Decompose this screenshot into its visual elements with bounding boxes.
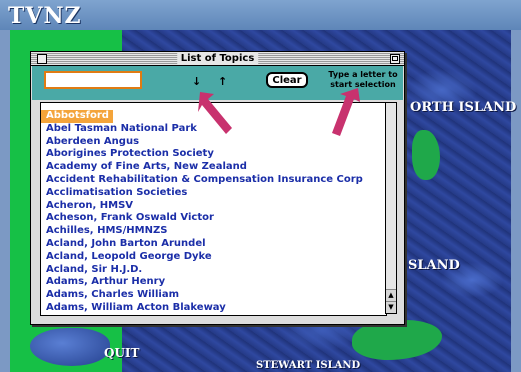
stewart-island-shape <box>352 320 442 360</box>
topic-list-item[interactable]: Aborigines Protection Society <box>41 148 386 161</box>
scroll-up-icon[interactable]: ▲ <box>386 289 396 301</box>
annotation-arrow-icon <box>198 92 232 134</box>
topic-list-item[interactable]: Adams, William Acton Blakeway <box>41 302 386 315</box>
clear-button[interactable]: Clear <box>266 72 308 88</box>
topic-list-item[interactable]: Adams, Charles William <box>41 289 386 302</box>
top-banner: TVNZ <box>0 0 521 31</box>
annotation-arrow-icon <box>332 88 360 136</box>
topic-list-item[interactable]: Abbotsford <box>41 110 113 123</box>
tvnz-logo: TVNZ <box>8 3 82 29</box>
arrow-up-icon[interactable]: ↑ <box>218 75 227 88</box>
topic-search-input[interactable] <box>44 71 142 89</box>
zoom-box-icon[interactable] <box>390 54 400 64</box>
topic-list-item[interactable]: Acland, John Barton Arundel <box>41 238 386 251</box>
window-title: List of Topics <box>176 52 259 65</box>
quit-pad-shape <box>30 328 110 366</box>
window-titlebar[interactable]: List of Topics <box>31 52 404 66</box>
quit-button[interactable]: QUIT <box>104 346 139 360</box>
north-island-label[interactable]: ORTH ISLAND <box>410 100 516 115</box>
topic-list-item[interactable]: Adams, Arthur Henry <box>41 276 386 289</box>
topic-list-item[interactable]: Acclimatisation Societies <box>41 187 386 200</box>
topic-list-item[interactable]: Accident Rehabilitation & Compensation I… <box>41 174 386 187</box>
list-scrollbar[interactable]: ▲ ▼ <box>385 102 397 314</box>
arrow-down-icon[interactable]: ↓ <box>192 75 201 88</box>
topic-list-item[interactable]: Academy of Fine Arts, New Zealand <box>41 161 386 174</box>
topic-list-item[interactable]: Acland, Leopold George Dyke <box>41 251 386 264</box>
topic-list-item[interactable]: Acland, Sir H.J.D. <box>41 264 386 277</box>
south-island-label[interactable]: SLAND <box>408 258 460 273</box>
left-border <box>0 30 10 372</box>
right-border <box>511 30 521 372</box>
topic-list-item[interactable]: Acheson, Frank Oswald Victor <box>41 212 386 225</box>
close-box-icon[interactable] <box>37 54 47 64</box>
topic-list-item[interactable]: Acheron, HMSV <box>41 200 386 213</box>
scroll-down-icon[interactable]: ▼ <box>386 301 396 313</box>
stewart-island-label[interactable]: STEWART ISLAND <box>256 360 360 371</box>
topic-list-item[interactable]: Achilles, HMS/HMNZS <box>41 225 386 238</box>
north-island-shape <box>412 130 440 180</box>
